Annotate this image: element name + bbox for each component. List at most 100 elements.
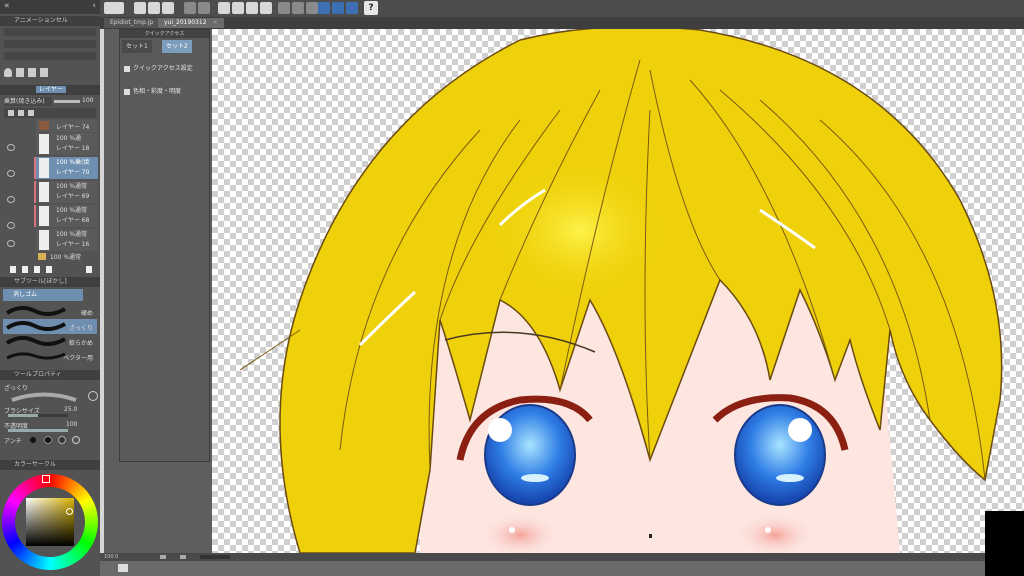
quick-access-item[interactable]: クイックアクセス設定: [124, 63, 193, 72]
subtool-item-label: 硬め: [80, 310, 93, 317]
aa-low-icon[interactable]: [44, 436, 52, 444]
animation-cel-input[interactable]: [4, 40, 96, 48]
layer-row[interactable]: 100 %通常 レイヤー 68: [36, 205, 98, 227]
brush-size-value[interactable]: 25.0: [64, 406, 77, 413]
horizontal-scrollbar[interactable]: [100, 561, 1024, 576]
deselect-icon[interactable]: [246, 2, 258, 14]
layer-opacity-slider[interactable]: [54, 100, 80, 103]
document-tab-active[interactable]: yui_20190312 ×: [158, 18, 224, 28]
transform-icon[interactable]: [260, 2, 272, 14]
subtool-item-selected[interactable]: ざっくり: [3, 319, 97, 334]
subtool-group-tab[interactable]: 消しゴム: [3, 289, 83, 301]
eye-icon[interactable]: [7, 170, 15, 177]
color-panel-header[interactable]: カラーサークル: [0, 460, 100, 470]
zoom-value[interactable]: 100.0: [104, 554, 118, 560]
subtool-item[interactable]: 軟らかめ: [3, 334, 97, 349]
color-picker-handle[interactable]: [66, 508, 73, 515]
trash-icon[interactable]: [86, 266, 92, 273]
tool-property-header[interactable]: ツールプロパティ: [0, 370, 100, 380]
fill-icon[interactable]: [232, 2, 244, 14]
layer-row[interactable]: 100 %通 レイヤー 18: [36, 133, 98, 155]
animation-cel-controls[interactable]: [4, 52, 96, 60]
grid-icon[interactable]: [40, 68, 48, 77]
layer-thumb-brown: [39, 121, 49, 130]
right-eye-highlight: [788, 418, 812, 442]
subtool-panel-header[interactable]: サブツール[ぼかし]: [0, 277, 100, 287]
color-wheel[interactable]: [2, 474, 98, 570]
tool-property-title: ツールプロパティ: [14, 371, 62, 378]
save-icon[interactable]: [162, 2, 174, 14]
layer-row-folder[interactable]: 100 %通常: [36, 252, 98, 262]
left-eye-highlight: [488, 418, 512, 442]
quick-access-title[interactable]: クイックアクセス: [120, 30, 209, 38]
new-vector-layer-icon[interactable]: [22, 266, 28, 273]
quick-access-item-label: 色相・彩度・明度: [133, 88, 182, 95]
quick-access-tab-set1[interactable]: セット1: [122, 40, 152, 53]
layer-paste-icon[interactable]: [28, 68, 36, 77]
folder-icon: [38, 253, 46, 260]
quick-access-item[interactable]: 色相・彩度・明度: [124, 86, 181, 95]
open-file-icon[interactable]: [148, 2, 160, 14]
snap-grid-icon[interactable]: [332, 2, 344, 14]
clear-icon[interactable]: [218, 2, 230, 14]
new-folder-icon[interactable]: [34, 266, 40, 273]
collapse-right-icon[interactable]: ‹: [92, 1, 96, 11]
brush-size-slider[interactable]: [8, 414, 68, 417]
quick-access-item-label: クイックアクセス設定: [133, 65, 193, 72]
blend-mode-select[interactable]: 乗算(焼き込み): [4, 97, 52, 106]
navigator-icon[interactable]: [118, 564, 128, 572]
reference-icon[interactable]: [28, 110, 34, 116]
close-icon[interactable]: ×: [213, 19, 218, 26]
zoom-out-icon[interactable]: [160, 555, 166, 559]
snap-special-icon[interactable]: [346, 2, 358, 14]
layer-copy-icon[interactable]: [16, 68, 24, 77]
layer-row-top[interactable]: レイヤー 74: [36, 120, 98, 132]
canvas[interactable]: [212, 29, 1024, 553]
layer-row[interactable]: 100 %通常 レイヤー 69: [36, 181, 98, 203]
layer-tool-icons: [4, 108, 96, 118]
opacity-value[interactable]: 100: [66, 421, 77, 428]
new-file-icon[interactable]: [134, 2, 146, 14]
layer-row[interactable]: 100 %通常 レイヤー 16: [36, 229, 98, 251]
droplet-icon[interactable]: [4, 68, 12, 77]
grid-toggle-icon[interactable]: [306, 2, 318, 14]
layer-tab[interactable]: レイヤー: [36, 86, 66, 93]
lock-icon[interactable]: [8, 110, 14, 116]
layer-name: レイヤー 18: [56, 145, 90, 152]
layer-row-selected[interactable]: 100 %乗(焼 レイヤー 70: [36, 157, 98, 179]
status-bar: 100.0: [100, 553, 1024, 561]
selection-icon[interactable]: [278, 2, 290, 14]
clip-icon[interactable]: [18, 110, 24, 116]
layer-panel-header[interactable]: レイヤー: [0, 85, 100, 95]
subtool-item[interactable]: 硬め: [3, 304, 97, 319]
hue-handle[interactable]: [42, 475, 50, 483]
antialias-options: [30, 436, 96, 444]
mask-icon[interactable]: [46, 266, 52, 273]
eye-icon[interactable]: [7, 144, 15, 151]
color-square[interactable]: [26, 498, 74, 546]
eye-icon[interactable]: [7, 222, 15, 229]
redo-icon[interactable]: [198, 2, 210, 14]
stroke-preview-icon: [5, 321, 66, 331]
help-icon[interactable]: ?: [364, 1, 378, 15]
subtool-item[interactable]: ベクター用: [3, 349, 97, 364]
animation-cel-panel-header[interactable]: アニメーションセル: [0, 16, 100, 26]
snap-ruler-icon[interactable]: [318, 2, 330, 14]
search-icon[interactable]: [88, 391, 98, 401]
zoom-in-icon[interactable]: [180, 555, 186, 559]
eye-icon[interactable]: [7, 240, 15, 247]
invert-selection-icon[interactable]: [292, 2, 304, 14]
aa-high-icon[interactable]: [72, 436, 80, 444]
black-corner: [985, 511, 1024, 576]
undo-icon[interactable]: [184, 2, 196, 14]
opacity-slider[interactable]: [8, 429, 68, 432]
zoom-slider[interactable]: [200, 555, 230, 559]
quick-access-tab-set2[interactable]: セット2: [162, 40, 192, 53]
collapse-left-icon[interactable]: «: [4, 1, 10, 11]
new-layer-icon[interactable]: [10, 266, 16, 273]
app-logo-icon[interactable]: [104, 2, 124, 14]
animation-cel-track[interactable]: [4, 28, 96, 36]
eye-icon[interactable]: [7, 196, 15, 203]
aa-mid-icon[interactable]: [58, 436, 66, 444]
aa-none-icon[interactable]: [30, 437, 36, 443]
